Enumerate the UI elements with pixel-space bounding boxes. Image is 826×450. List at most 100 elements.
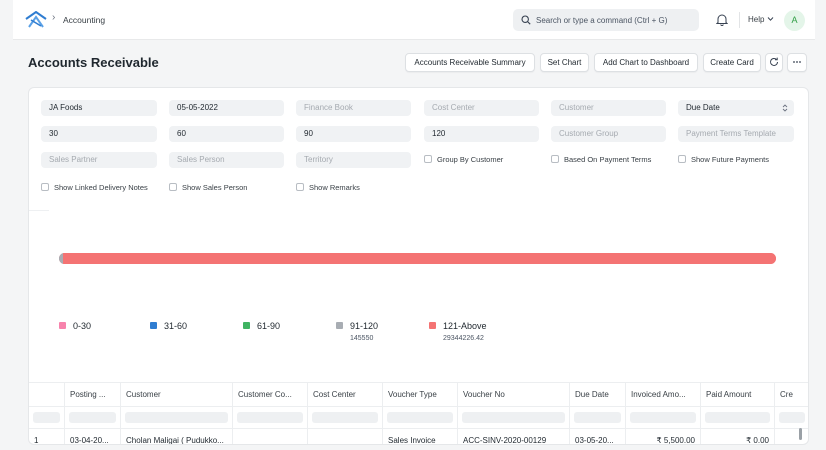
table-cell[interactable]: 03-05-20...: [570, 428, 626, 444]
column-filter-input[interactable]: [630, 412, 696, 423]
column-filter-cell: [121, 406, 233, 428]
checkbox-box[interactable]: [296, 183, 304, 191]
column-filter-cell: [775, 406, 808, 428]
checkbox-box[interactable]: [169, 183, 177, 191]
column-header[interactable]: Invoiced Amo...: [626, 382, 701, 406]
more-options-button[interactable]: [787, 53, 807, 72]
set-chart-button[interactable]: Set Chart: [540, 53, 589, 72]
legend-item-91-120[interactable]: 91-120 145550: [336, 321, 378, 342]
company-field[interactable]: JA Foods: [41, 100, 157, 116]
legend-swatch: [336, 322, 343, 329]
column-header[interactable]: Customer Co...: [233, 382, 308, 406]
table-cell[interactable]: [775, 428, 808, 444]
show-linked-delivery-notes-label: Show Linked Delivery Notes: [54, 183, 148, 192]
breadcrumb-accounting[interactable]: Accounting: [63, 15, 105, 25]
search-bar[interactable]: Search or type a command (Ctrl + G): [513, 9, 699, 31]
create-card-button[interactable]: Create Card: [703, 53, 761, 72]
help-menu[interactable]: Help: [748, 15, 764, 24]
legend-label: 31-60: [164, 321, 188, 331]
column-header[interactable]: Due Date: [570, 382, 626, 406]
legend-item-61-90[interactable]: 61-90: [243, 321, 280, 331]
table-cell[interactable]: ACC-SINV-2020-00129: [458, 428, 570, 444]
checkbox-box[interactable]: [678, 155, 686, 163]
column-filter-input[interactable]: [125, 412, 228, 423]
sales-partner-field[interactable]: Sales Partner: [41, 152, 157, 168]
customer-field[interactable]: Customer: [551, 100, 666, 116]
table-cell[interactable]: Sales Invoice: [383, 428, 458, 444]
column-filter-input[interactable]: [779, 412, 805, 423]
refresh-button[interactable]: [765, 53, 783, 72]
legend-label: 121-Above: [443, 321, 487, 331]
legend-label: 0-30: [73, 321, 92, 331]
accounts-receivable-summary-button[interactable]: Accounts Receivable Summary: [405, 53, 535, 72]
top-navbar: › Accounting Search or type a command (C…: [13, 0, 815, 40]
show-remarks-checkbox[interactable]: Show Remarks: [296, 183, 360, 193]
column-header[interactable]: Cost Center: [308, 382, 383, 406]
bar-segment-121-Above[interactable]: [62, 253, 776, 264]
column-filter-input[interactable]: [237, 412, 303, 423]
based-on-payment-terms-checkbox[interactable]: Based On Payment Terms: [551, 155, 651, 165]
column-header[interactable]: [29, 382, 65, 406]
legend-swatch: [243, 322, 250, 329]
show-future-payments-checkbox[interactable]: Show Future Payments: [678, 155, 769, 165]
column-filter-input[interactable]: [574, 412, 621, 423]
legend-swatch: [59, 322, 66, 329]
checkbox-box[interactable]: [551, 155, 559, 163]
select-arrows-icon: [782, 104, 788, 112]
range2-field[interactable]: 60: [169, 126, 284, 142]
notification-bell-icon[interactable]: [716, 13, 728, 26]
legend-item-121-Above[interactable]: 121-Above 29344226.42: [429, 321, 487, 342]
table-cell[interactable]: 03-04-20...: [65, 428, 121, 444]
legend-swatch: [150, 322, 157, 329]
column-filter-cell: [458, 406, 570, 428]
show-linked-delivery-notes-checkbox[interactable]: Show Linked Delivery Notes: [41, 183, 148, 193]
checkbox-box[interactable]: [41, 183, 49, 191]
report-date-field[interactable]: 05-05-2022: [169, 100, 284, 116]
chevron-down-icon[interactable]: [767, 16, 774, 22]
column-filter-cell: [29, 406, 65, 428]
table-cell[interactable]: ₹ 0.00: [701, 428, 775, 444]
table-cell[interactable]: [308, 428, 383, 444]
table-scrollbar[interactable]: [799, 428, 802, 440]
legend-label: 61-90: [257, 321, 281, 331]
row-index-cell[interactable]: 1: [29, 428, 65, 444]
column-filter-input[interactable]: [705, 412, 770, 423]
sales-person-field[interactable]: Sales Person: [169, 152, 284, 168]
column-filter-input[interactable]: [33, 412, 60, 423]
column-filter-input[interactable]: [312, 412, 378, 423]
finance-book-field[interactable]: Finance Book: [296, 100, 411, 116]
column-filter-input[interactable]: [462, 412, 565, 423]
cost-center-field[interactable]: Cost Center: [424, 100, 539, 116]
range1-field[interactable]: 30: [41, 126, 157, 142]
range3-field[interactable]: 90: [296, 126, 411, 142]
legend-item-31-60[interactable]: 31-60: [150, 321, 187, 331]
show-sales-person-checkbox[interactable]: Show Sales Person: [169, 183, 247, 193]
column-header[interactable]: Posting ...: [65, 382, 121, 406]
customer-group-field[interactable]: Customer Group: [551, 126, 666, 142]
app-logo-icon[interactable]: [25, 11, 47, 29]
user-avatar[interactable]: A: [784, 10, 805, 31]
column-header[interactable]: Customer: [121, 382, 233, 406]
column-header[interactable]: Cre: [775, 382, 808, 406]
add-chart-to-dashboard-button[interactable]: Add Chart to Dashboard: [594, 53, 698, 72]
territory-field[interactable]: Territory: [296, 152, 411, 168]
table-cell[interactable]: ₹ 5,500.00: [626, 428, 701, 444]
checkbox-box[interactable]: [424, 155, 432, 163]
column-filter-cell: [383, 406, 458, 428]
search-placeholder: Search or type a command (Ctrl + G): [536, 15, 668, 25]
table-cell[interactable]: Cholan Maligai ( Pudukko...: [121, 428, 233, 444]
payment-terms-template-field[interactable]: Payment Terms Template: [678, 126, 794, 142]
range4-field[interactable]: 120: [424, 126, 539, 142]
column-header[interactable]: Voucher No: [458, 382, 570, 406]
ageing-percentage-bar[interactable]: [59, 253, 776, 264]
column-filter-input[interactable]: [69, 412, 116, 423]
ageing-based-on-select[interactable]: Due Date: [678, 100, 794, 116]
column-filter-input[interactable]: [387, 412, 453, 423]
table-cell[interactable]: [233, 428, 308, 444]
page-title: Accounts Receivable: [28, 55, 159, 70]
show-future-payments-label: Show Future Payments: [691, 155, 769, 164]
column-header[interactable]: Paid Amount: [701, 382, 775, 406]
legend-item-0-30[interactable]: 0-30: [59, 321, 91, 331]
column-header[interactable]: Voucher Type: [383, 382, 458, 406]
group-by-customer-checkbox[interactable]: Group By Customer: [424, 155, 503, 165]
